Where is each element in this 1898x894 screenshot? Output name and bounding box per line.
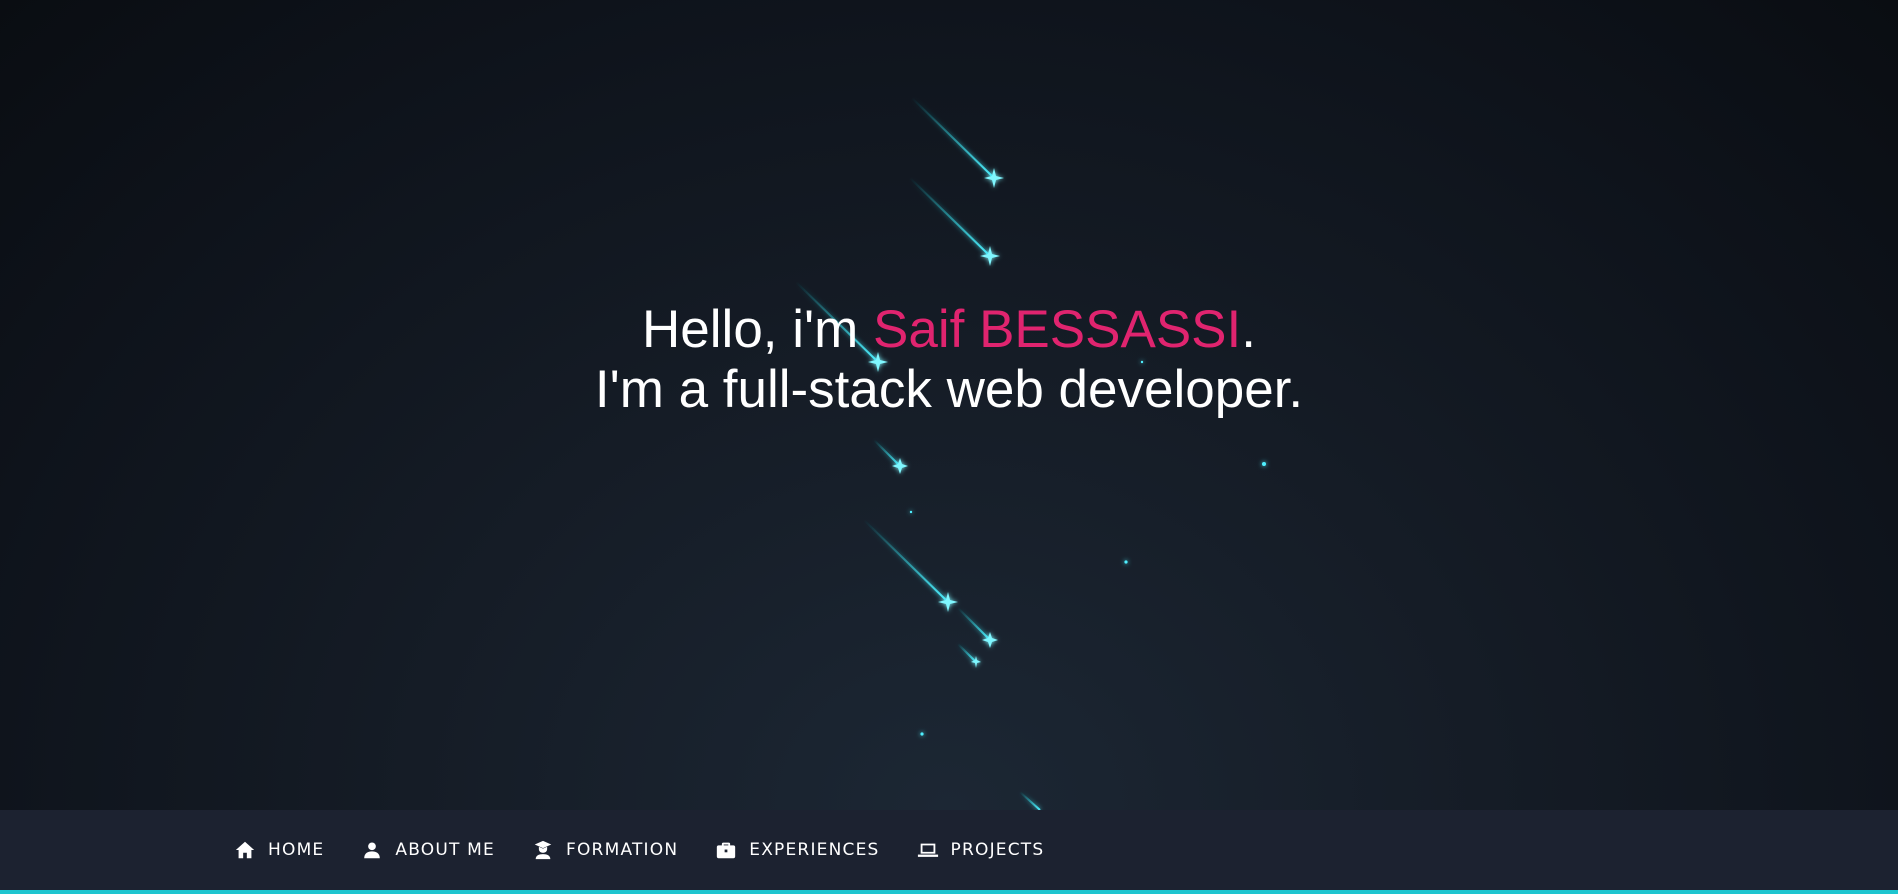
bottom-navbar: HOME ABOUT ME FORMATION EXPERIENCES PROJ… (0, 810, 1898, 890)
star-dot (920, 732, 924, 736)
shooting-star (911, 97, 995, 179)
star-dot (909, 510, 913, 514)
laptop-icon (917, 839, 939, 861)
nav-item-formation[interactable]: FORMATION (532, 839, 678, 861)
hero-section: Hello, i'm Saif BESSASSI. I'm a full-sta… (0, 0, 1898, 810)
shooting-star (873, 439, 901, 467)
star-dot (1262, 462, 1266, 466)
home-icon (234, 839, 256, 861)
nav-item-experiences[interactable]: EXPERIENCES (715, 839, 879, 861)
graduate-icon (532, 839, 554, 861)
nav-item-label: PROJECTS (950, 840, 1045, 860)
briefcase-icon (715, 839, 737, 861)
shooting-star (957, 607, 991, 641)
greeting-line: Hello, i'm Saif BESSASSI. (0, 300, 1898, 360)
nav-underline (0, 890, 1898, 894)
shooting-star (863, 519, 949, 603)
nav-item-about-me[interactable]: ABOUT ME (361, 839, 495, 861)
nav-item-label: EXPERIENCES (749, 840, 880, 860)
developer-name: Saif BESSASSI (873, 300, 1242, 359)
person-icon (361, 839, 383, 861)
hero-headline: Hello, i'm Saif BESSASSI. I'm a full-sta… (0, 300, 1898, 420)
shooting-star (1019, 791, 1041, 810)
nav-item-home[interactable]: HOME (234, 839, 324, 861)
shooting-star (909, 177, 991, 257)
tagline: I'm a full-stack web developer. (594, 360, 1304, 419)
greeting-prefix: Hello, i'm (642, 300, 874, 359)
nav-item-label: ABOUT ME (395, 840, 495, 860)
greeting-suffix: . (1241, 300, 1256, 359)
shooting-star (957, 643, 977, 663)
star-dot (1124, 560, 1128, 564)
nav-item-projects[interactable]: PROJECTS (917, 839, 1045, 861)
nav-item-label: HOME (268, 840, 325, 860)
nav-item-label: FORMATION (566, 840, 679, 860)
nav-menu: HOME ABOUT ME FORMATION EXPERIENCES PROJ… (234, 810, 1081, 890)
